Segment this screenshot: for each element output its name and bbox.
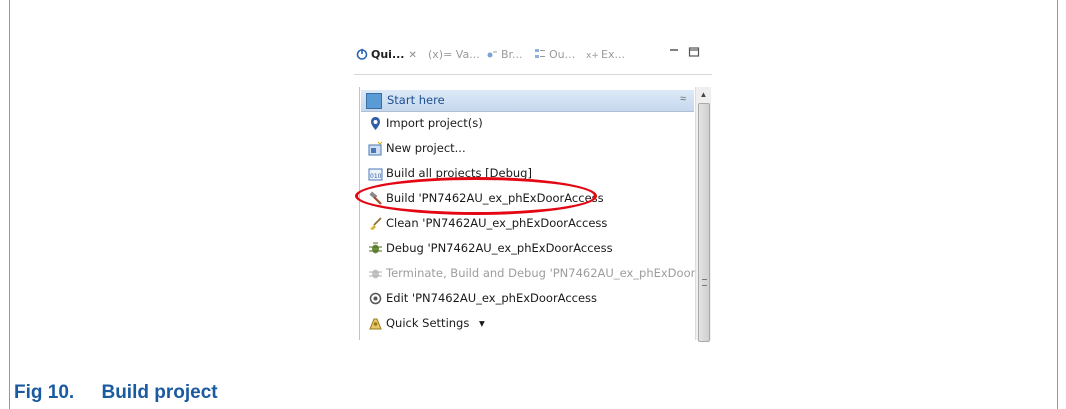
import-icon (371, 117, 380, 130)
item-label: Clean 'PN7462AU_ex_phExDoorAccess (386, 216, 608, 230)
list-item-edit-project[interactable]: Edit 'PN7462AU_ex_phExDoorAccess (362, 287, 702, 309)
svg-text:010: 010 (370, 173, 382, 180)
expressions-icon: x+ (586, 51, 598, 60)
breakpoints-icon (487, 51, 497, 58)
tab-expressions[interactable]: x+ Ex... (586, 47, 625, 63)
section-header-start-here[interactable]: Start here ≈ (361, 90, 694, 112)
section-title: Start here (387, 93, 445, 107)
item-label: Edit 'PN7462AU_ex_phExDoorAccess (386, 291, 598, 305)
scroll-up-icon[interactable]: ▲ (696, 87, 711, 102)
tab-label: Ou... (549, 48, 576, 61)
tab-outline[interactable]: Ou... (534, 47, 575, 63)
build-all-icon: 010 (368, 168, 383, 181)
tab-breakpoints[interactable]: Br... (486, 47, 523, 63)
tab-label: Br... (501, 48, 523, 61)
chevron-down-icon[interactable]: ▾ (479, 316, 485, 330)
minimize-icon[interactable] (668, 46, 680, 58)
close-icon[interactable]: ✕ (409, 50, 417, 61)
figure-caption: Fig 10. Build project (14, 382, 218, 404)
build-highlight-ellipse (355, 177, 597, 215)
start-here-icon (366, 93, 382, 109)
quickstart-icon (356, 48, 368, 60)
list-item-import-project[interactable]: Import project(s) (362, 112, 702, 134)
vertical-scrollbar[interactable]: ▲ (695, 87, 711, 342)
scrollbar-grip-icon (702, 279, 707, 286)
tab-quickstart[interactable]: Qui... ✕ (356, 47, 417, 63)
maximize-icon[interactable] (688, 46, 700, 58)
figure-number: Fig 10. (14, 382, 75, 403)
document-frame-left (9, 0, 10, 409)
item-label: Quick Settings ▾ (386, 312, 485, 334)
item-label: Debug 'PN7462AU_ex_phExDoorAccess (386, 241, 613, 255)
tab-variables[interactable]: (x)= Va... (428, 47, 480, 63)
quick-settings-label: Quick Settings (386, 316, 470, 330)
tab-label: (x)= Va... (428, 48, 480, 61)
item-label: Terminate, Build and Debug 'PN7462AU_ex_… (386, 266, 696, 280)
list-item-debug-project[interactable]: Debug 'PN7462AU_ex_phExDoorAccess (362, 237, 702, 259)
item-label: New project... (386, 141, 466, 155)
tab-label: Ex... (601, 48, 625, 61)
outline-icon (535, 49, 545, 58)
view-tab-bar: Qui... ✕ (x)= Va... Br... Ou... x+ Ex... (354, 34, 712, 75)
edit-icon (369, 292, 382, 305)
list-item-clean-project[interactable]: Clean 'PN7462AU_ex_phExDoorAccess (362, 212, 702, 234)
settings-icon (369, 318, 382, 330)
list-item-new-project[interactable]: New project... (362, 137, 702, 159)
list-item-terminate-build-debug: Terminate, Build and Debug 'PN7462AU_ex_… (362, 262, 702, 284)
list-item-quick-settings[interactable]: Quick Settings ▾ (362, 312, 702, 334)
scrollbar-thumb[interactable] (698, 103, 710, 342)
tab-label: Qui... (371, 48, 405, 61)
quickstart-list: Start here ≈ Import project(s) New proje… (359, 87, 696, 340)
item-label: Import project(s) (386, 116, 483, 130)
svg-text:x+: x+ (586, 51, 598, 60)
debug-icon (369, 242, 382, 254)
document-frame-right (1057, 0, 1058, 409)
new-project-icon (368, 141, 383, 156)
terminate-icon (369, 269, 382, 279)
figure-title: Build project (101, 382, 218, 403)
collapse-icon[interactable]: ≈ (680, 93, 686, 105)
broom-icon (370, 217, 382, 230)
